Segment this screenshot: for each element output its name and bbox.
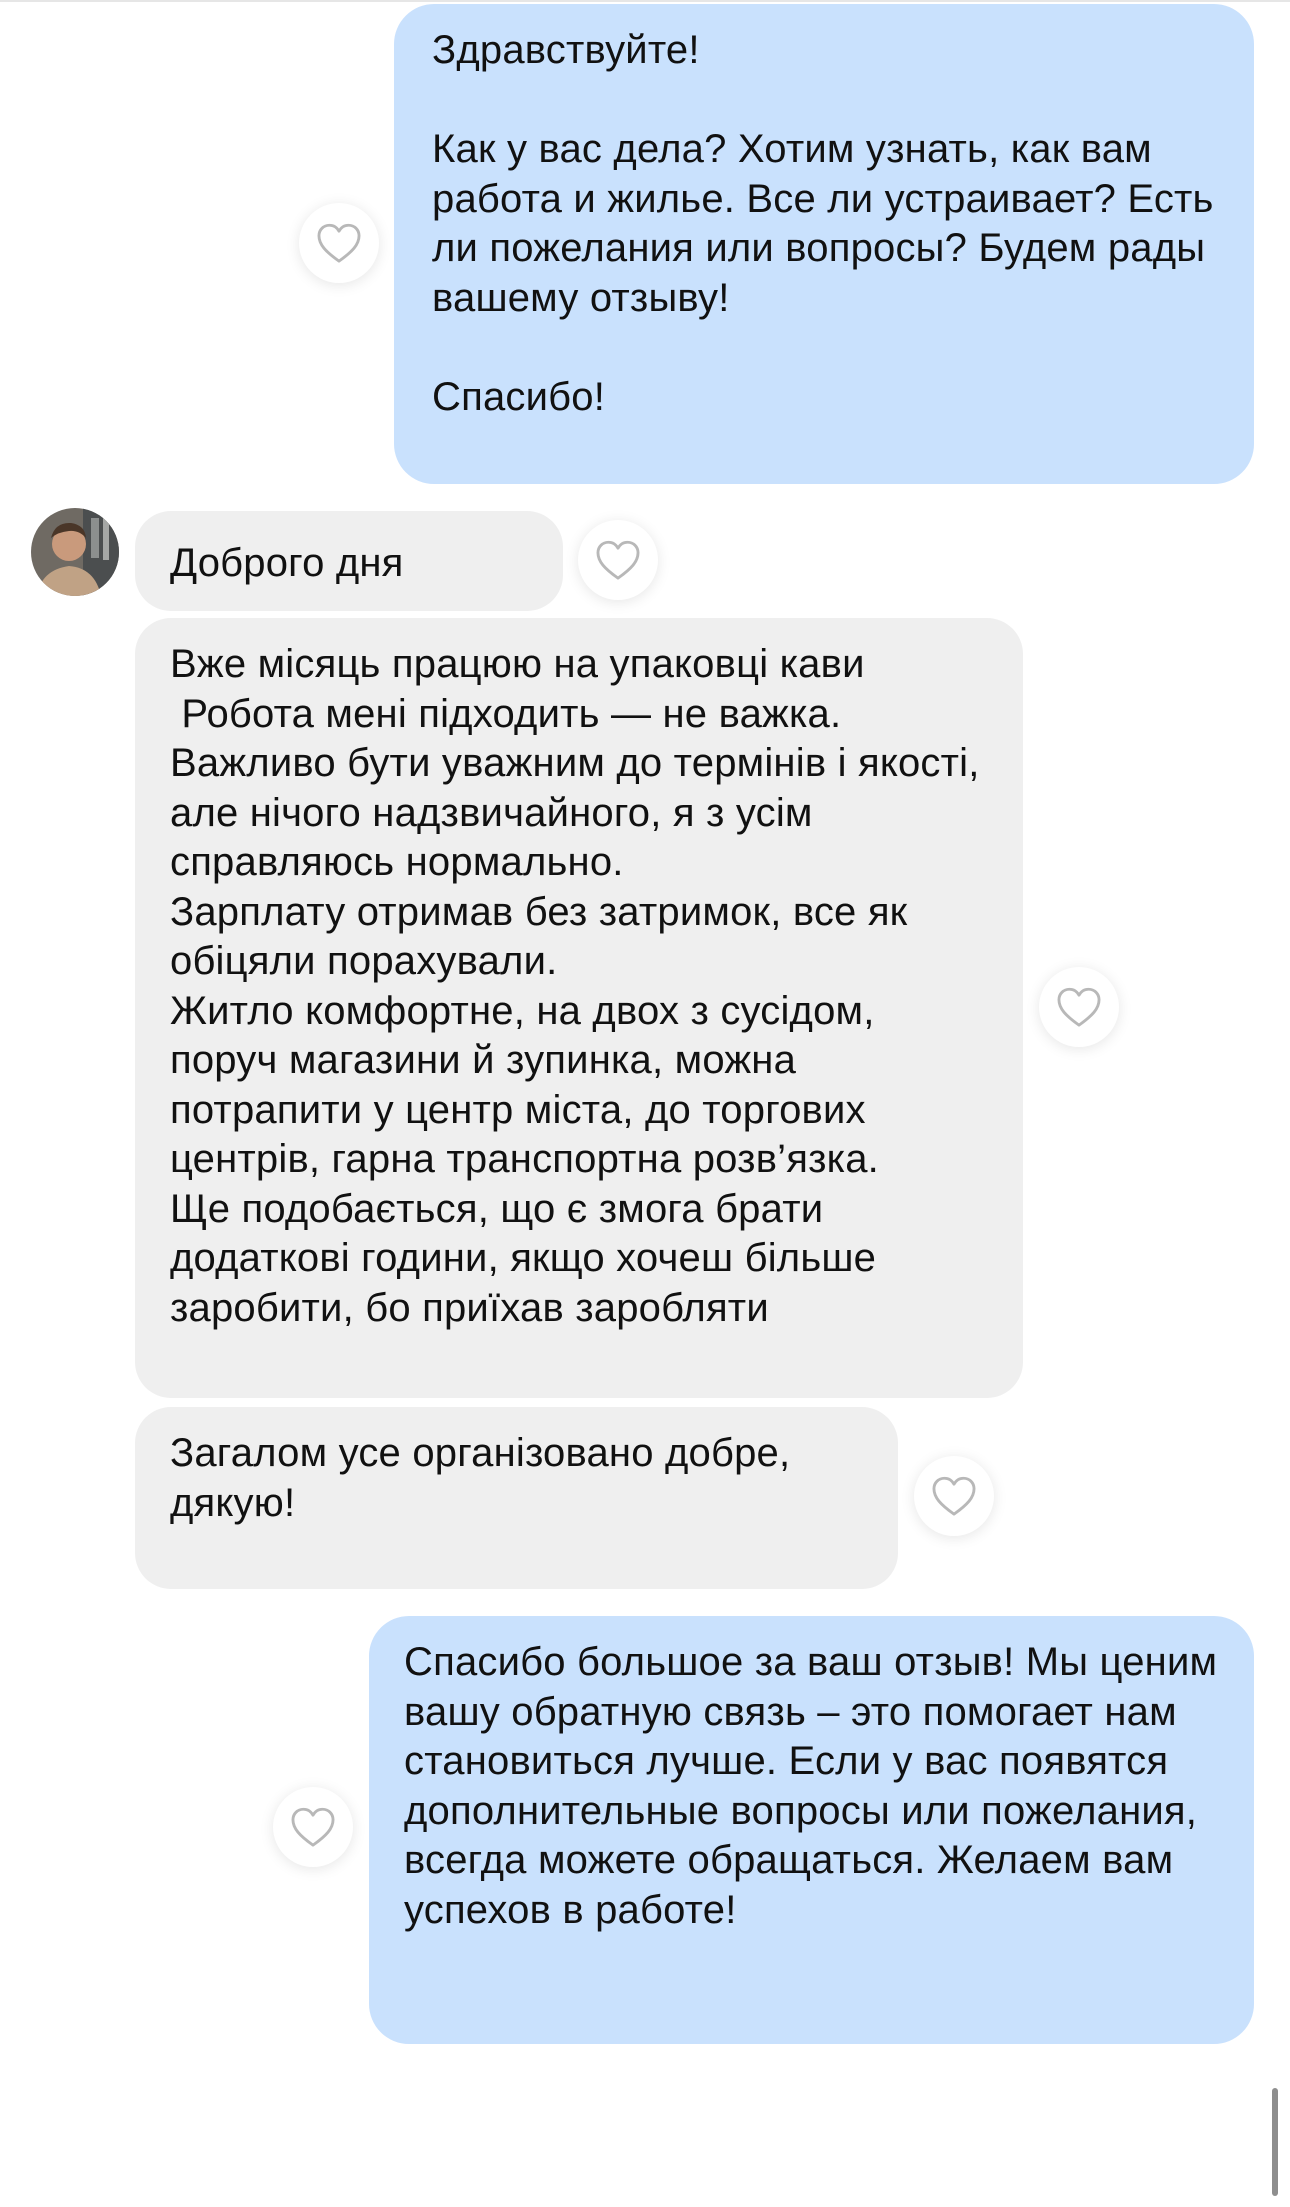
- message-bubble-incoming[interactable]: Загалом усе організовано добре, дякую!: [135, 1407, 898, 1589]
- message-bubble-incoming[interactable]: Доброго дня: [135, 511, 563, 611]
- like-button[interactable]: [273, 1787, 353, 1867]
- heart-outline-icon: [932, 1476, 976, 1516]
- avatar-photo: [31, 508, 119, 596]
- message-bubble-outgoing[interactable]: Здравствуйте! Как у вас дела? Хотим узна…: [394, 4, 1254, 484]
- contact-avatar[interactable]: [31, 508, 119, 596]
- like-button[interactable]: [299, 203, 379, 283]
- like-button[interactable]: [1039, 967, 1119, 1047]
- heart-outline-icon: [291, 1807, 335, 1847]
- message-bubble-incoming[interactable]: Вже місяць працюю на упаковці кави Робот…: [135, 618, 1023, 1398]
- like-button[interactable]: [914, 1456, 994, 1536]
- heart-outline-icon: [317, 223, 361, 263]
- like-button[interactable]: [578, 520, 658, 600]
- heart-outline-icon: [596, 540, 640, 580]
- heart-outline-icon: [1057, 987, 1101, 1027]
- message-bubble-outgoing[interactable]: Спасибо большое за ваш отзыв! Мы ценим в…: [369, 1616, 1254, 2044]
- scrollbar-thumb[interactable]: [1272, 2088, 1278, 2196]
- top-divider: [0, 0, 1290, 2]
